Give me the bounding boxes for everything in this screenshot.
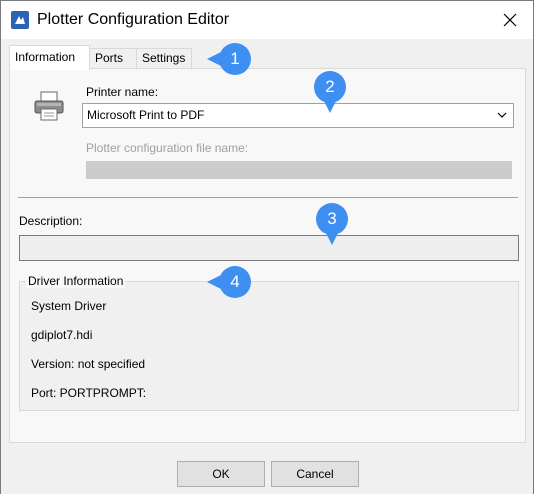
chevron-down-icon xyxy=(497,112,507,118)
callout-1: 1 xyxy=(219,43,251,75)
information-panel: Printer name: Microsoft Print to PDF Plo… xyxy=(9,68,526,443)
callout-3: 3 xyxy=(316,203,348,235)
tab-settings[interactable]: Settings xyxy=(136,48,192,69)
driver-information-title: Driver Information xyxy=(26,274,126,288)
driver-port: Port: PORTPROMPT: xyxy=(31,386,147,400)
callout-4: 4 xyxy=(219,266,251,298)
dialog-client-area: Information Ports Settings Printer name:… xyxy=(1,39,533,494)
driver-file: gdiplot7.hdi xyxy=(31,328,93,342)
printer-name-value: Microsoft Print to PDF xyxy=(87,108,205,122)
config-file-label: Plotter configuration file name: xyxy=(86,141,249,155)
tab-information[interactable]: Information xyxy=(9,45,90,70)
driver-version: Version: not specified xyxy=(31,357,146,371)
title-bar[interactable]: Plotter Configuration Editor xyxy=(1,1,533,39)
close-button[interactable] xyxy=(487,1,533,39)
printer-name-select[interactable]: Microsoft Print to PDF xyxy=(82,103,514,128)
app-logo-icon xyxy=(11,11,29,29)
close-icon xyxy=(503,13,517,27)
plotter-config-dialog: Plotter Configuration Editor Information… xyxy=(0,0,534,494)
driver-type: System Driver xyxy=(31,299,107,313)
driver-information-group: Driver Information System Driver gdiplot… xyxy=(19,274,519,411)
description-label: Description: xyxy=(19,214,83,228)
description-field[interactable] xyxy=(19,235,519,261)
window-title: Plotter Configuration Editor xyxy=(37,11,230,28)
printer-name-label: Printer name: xyxy=(86,85,159,99)
cancel-button[interactable]: Cancel xyxy=(271,461,359,487)
printer-icon xyxy=(32,89,66,123)
section-divider xyxy=(18,197,518,198)
tab-ports[interactable]: Ports xyxy=(89,48,137,69)
callout-2: 2 xyxy=(314,71,346,103)
ok-button[interactable]: OK xyxy=(177,461,265,487)
config-file-field xyxy=(86,161,512,179)
